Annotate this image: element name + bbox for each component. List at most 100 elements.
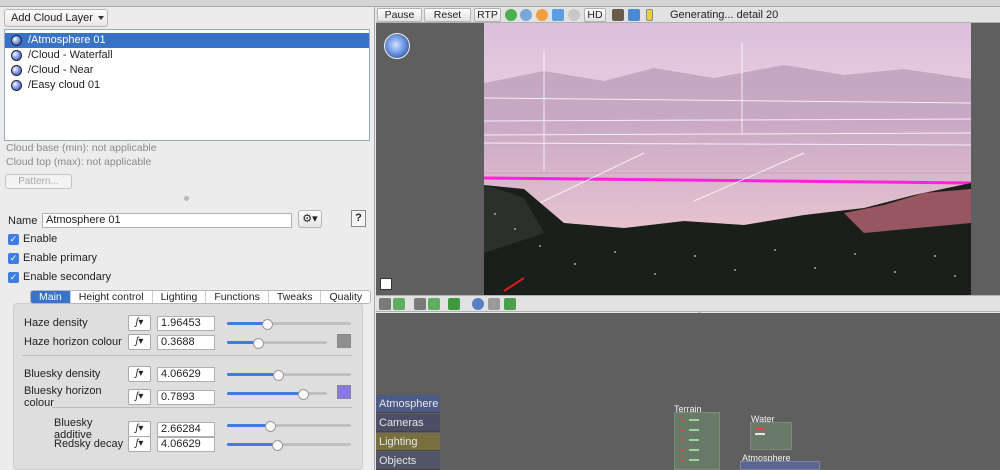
- function-icon[interactable]: ʃ▾: [128, 315, 151, 331]
- param-row-haze-horizon-colour: Haze horizon colour ʃ▾ 0.3688: [24, 334, 215, 350]
- divider: [22, 355, 352, 356]
- water-node[interactable]: [750, 422, 792, 450]
- add-cloud-layer-label: Add Cloud Layer: [11, 12, 93, 24]
- haze-horizon-colour-swatch[interactable]: [337, 334, 351, 348]
- param-row-bluesky-horizon-colour: Bluesky horizon colour ʃ▾ 0.7893: [24, 385, 215, 409]
- render-status: Generating... detail 20: [670, 9, 779, 21]
- tab-quality[interactable]: Quality: [321, 291, 370, 303]
- param-label: Bluesky density: [24, 368, 101, 380]
- cloud-top-info: Cloud top (max): not applicable: [6, 156, 152, 168]
- function-icon[interactable]: ʃ▾: [128, 421, 151, 437]
- enable-secondary-checkbox[interactable]: ✓ Enable secondary: [8, 271, 111, 283]
- corner-expand-icon[interactable]: [380, 278, 392, 290]
- hd-button[interactable]: HD: [584, 8, 606, 22]
- layer-label: /Easy cloud 01: [28, 79, 101, 91]
- node-ports: [681, 419, 699, 461]
- value-field[interactable]: 4.06629: [157, 436, 215, 452]
- bluesky-additive-slider[interactable]: [227, 421, 351, 432]
- layer-label: /Cloud - Near: [28, 64, 94, 76]
- haze-horizon-colour-slider[interactable]: [227, 338, 327, 349]
- slider-fill: [227, 424, 271, 427]
- sphere-icon: [11, 80, 22, 91]
- help-button[interactable]: ?: [351, 210, 366, 227]
- gear-icon[interactable]: [568, 9, 580, 21]
- reset-button[interactable]: Reset: [424, 8, 471, 22]
- pattern-button[interactable]: Pattern...: [5, 174, 72, 189]
- category-lighting[interactable]: Lighting: [376, 433, 440, 451]
- checkbox-label: Enable: [23, 233, 58, 245]
- sphere-icon: [11, 65, 22, 76]
- slider-knob[interactable]: [272, 370, 284, 381]
- function-icon[interactable]: ʃ▾: [128, 334, 151, 350]
- add-cloud-layer-button[interactable]: Add Cloud Layer: [4, 9, 108, 27]
- param-row-haze-density: Haze density ʃ▾ 1.96453: [24, 315, 215, 331]
- tab-height-control[interactable]: Height control: [71, 291, 153, 303]
- tab-tweaks[interactable]: Tweaks: [269, 291, 322, 303]
- wand-icon[interactable]: [628, 9, 640, 21]
- atmosphere-node[interactable]: [740, 461, 820, 470]
- slider-knob[interactable]: [271, 440, 283, 451]
- splitter-handle[interactable]: [184, 196, 189, 201]
- slider-knob[interactable]: [298, 389, 309, 400]
- function-icon[interactable]: ʃ▾: [128, 436, 151, 452]
- value-field[interactable]: 0.7893: [157, 389, 215, 405]
- checkbox-checked-icon: ✓: [8, 271, 19, 283]
- camera-icon[interactable]: [414, 298, 426, 310]
- chevron-down-icon: [97, 16, 104, 20]
- value-field[interactable]: 1.96453: [157, 315, 215, 331]
- eye-icon[interactable]: [472, 298, 484, 310]
- enable-checkbox[interactable]: ✓ Enable: [8, 233, 57, 245]
- gear-icon[interactable]: ⚙▾: [298, 210, 322, 228]
- settings-tabs: Main Height control Lighting Functions T…: [30, 290, 372, 304]
- tab-functions[interactable]: Functions: [206, 291, 269, 303]
- value-field[interactable]: 2.66284: [157, 421, 215, 437]
- sphere-icon: [11, 35, 22, 46]
- sphere-icon[interactable]: [520, 9, 532, 21]
- layer-item[interactable]: /Easy cloud 01: [5, 78, 369, 93]
- checkbox-checked-icon: ✓: [8, 252, 19, 264]
- crop-icon[interactable]: [488, 298, 500, 310]
- layer-item[interactable]: /Cloud - Near: [5, 63, 369, 78]
- function-icon[interactable]: ʃ▾: [128, 366, 151, 382]
- globe-icon[interactable]: [384, 33, 410, 59]
- brush-icon[interactable]: [612, 9, 624, 21]
- haze-density-slider[interactable]: [227, 319, 351, 330]
- globe-icon[interactable]: [505, 9, 517, 21]
- render-image: [484, 23, 971, 295]
- layer-item[interactable]: /Cloud - Waterfall: [5, 48, 369, 63]
- bluesky-horizon-colour-swatch[interactable]: [337, 385, 351, 399]
- param-row-redsky-decay: Redsky decay ʃ▾ 4.06629: [54, 436, 215, 452]
- param-row-bluesky-density: Bluesky density ʃ▾ 4.06629: [24, 366, 215, 382]
- tab-lighting[interactable]: Lighting: [153, 291, 207, 303]
- terrain-node[interactable]: [674, 412, 720, 470]
- category-objects[interactable]: Objects: [376, 452, 440, 470]
- bluesky-horizon-colour-slider[interactable]: [227, 389, 327, 400]
- rtp-button[interactable]: RTP: [474, 8, 501, 22]
- tab-main[interactable]: Main: [31, 291, 71, 303]
- sun-icon[interactable]: [536, 9, 548, 21]
- category-cameras[interactable]: Cameras: [376, 414, 440, 432]
- enable-primary-checkbox[interactable]: ✓ Enable primary: [8, 252, 97, 264]
- image-icon[interactable]: [428, 298, 440, 310]
- image-icon[interactable]: [393, 298, 405, 310]
- camera-icon[interactable]: [552, 9, 564, 21]
- slider-knob[interactable]: [261, 319, 273, 330]
- camera-icon[interactable]: [379, 298, 391, 310]
- layer-label: /Cloud - Waterfall: [28, 49, 113, 61]
- redsky-decay-slider[interactable]: [227, 440, 351, 451]
- pause-button[interactable]: Pause: [377, 8, 422, 22]
- slider-fill: [227, 443, 277, 446]
- cloud-layer-list[interactable]: /Atmosphere 01 /Cloud - Waterfall /Cloud…: [4, 29, 370, 141]
- name-field[interactable]: Atmosphere 01: [42, 213, 292, 228]
- function-icon[interactable]: ʃ▾: [128, 389, 151, 405]
- cloud-layers-panel: Add Cloud Layer /Atmosphere 01 /Cloud - …: [0, 7, 375, 470]
- layer-item[interactable]: /Atmosphere 01: [5, 33, 369, 48]
- plant-icon[interactable]: [504, 298, 516, 310]
- category-atmosphere[interactable]: Atmosphere: [376, 395, 440, 413]
- render-preview[interactable]: [484, 23, 971, 295]
- value-field[interactable]: 0.3688: [157, 334, 215, 350]
- refresh-icon[interactable]: [448, 298, 460, 310]
- slider-knob[interactable]: [253, 338, 264, 349]
- value-field[interactable]: 4.06629: [157, 366, 215, 382]
- bluesky-density-slider[interactable]: [227, 370, 351, 381]
